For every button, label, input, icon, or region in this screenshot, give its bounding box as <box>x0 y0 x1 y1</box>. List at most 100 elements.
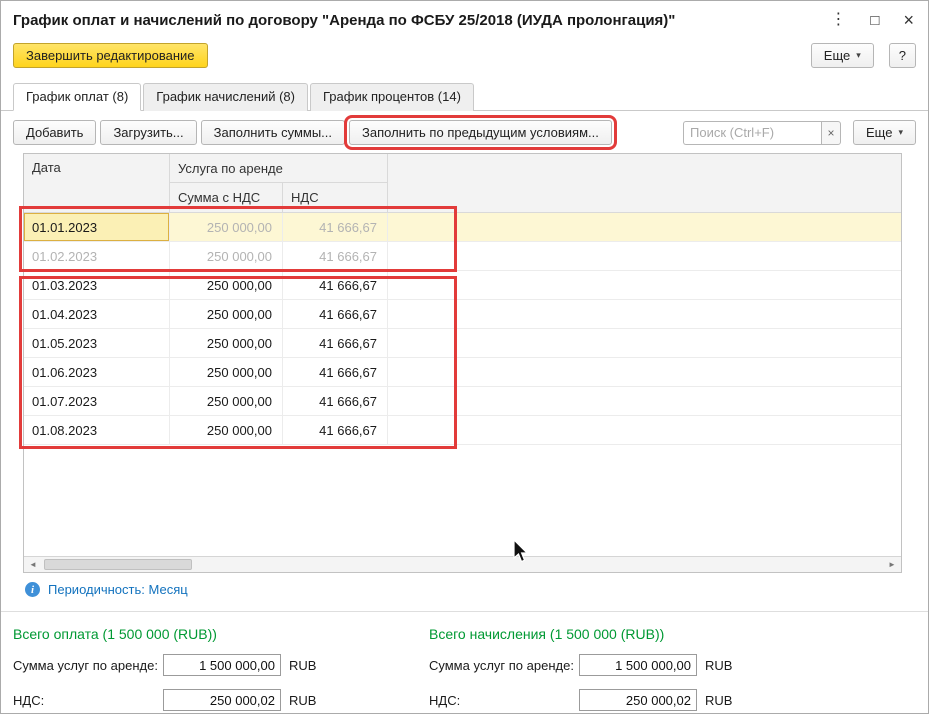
payments-vat-label: НДС: <box>13 693 163 708</box>
cell-vat[interactable]: 41 666,67 <box>283 416 388 444</box>
payments-vat-field[interactable] <box>163 689 281 711</box>
cell-filler <box>388 242 901 270</box>
tab-accrual-schedule[interactable]: График начислений (8) <box>143 83 308 111</box>
horizontal-scrollbar[interactable]: ◄ ► <box>24 556 901 572</box>
cell-vat[interactable]: 41 666,67 <box>283 271 388 299</box>
toolbar-more-button[interactable]: Еще ▾ <box>853 120 916 145</box>
totals-accruals-title: Всего начисления (1 500 000 (RUB)) <box>429 626 928 642</box>
cell-sum-with-vat[interactable]: 250 000,00 <box>170 387 283 415</box>
cell-sum-with-vat[interactable]: 250 000,00 <box>170 329 283 357</box>
cell-date[interactable]: 01.05.2023 <box>24 329 170 357</box>
command-bar: Завершить редактирование Еще ▾ ? <box>1 39 928 76</box>
cell-sum-with-vat[interactable]: 250 000,00 <box>170 416 283 444</box>
clear-search-button[interactable]: × <box>821 121 841 145</box>
cell-filler <box>388 300 901 328</box>
accruals-sum-field[interactable] <box>579 654 697 676</box>
payments-sum-field[interactable] <box>163 654 281 676</box>
tab-payment-schedule[interactable]: График оплат (8) <box>13 83 141 111</box>
cell-sum-with-vat[interactable]: 250 000,00 <box>170 213 283 241</box>
table-row[interactable]: 01.02.2023 250 000,00 41 666,67 <box>24 242 901 271</box>
status-row: i Периодичность: Месяц <box>25 582 188 597</box>
cell-vat[interactable]: 41 666,67 <box>283 242 388 270</box>
cell-vat[interactable]: 41 666,67 <box>283 358 388 386</box>
search-group: × <box>683 121 841 145</box>
table-row[interactable]: 01.03.2023 250 000,00 41 666,67 <box>24 271 901 300</box>
chevron-down-icon: ▾ <box>856 50 861 61</box>
footer-divider <box>1 611 928 612</box>
cell-date[interactable]: 01.07.2023 <box>24 387 170 415</box>
payments-sum-currency: RUB <box>289 658 316 673</box>
cell-date[interactable]: 01.01.2023 <box>24 213 170 241</box>
command-bar-right: Еще ▾ ? <box>811 43 916 68</box>
cell-date[interactable]: 01.06.2023 <box>24 358 170 386</box>
totals-payments-sum-row: Сумма услуг по аренде: RUB <box>13 654 417 676</box>
cell-sum-with-vat[interactable]: 250 000,00 <box>170 358 283 386</box>
cell-sum-with-vat[interactable]: 250 000,00 <box>170 300 283 328</box>
cell-filler <box>388 213 901 241</box>
accruals-vat-label: НДС: <box>429 693 579 708</box>
payments-sum-label: Сумма услуг по аренде: <box>13 658 163 673</box>
totals-accruals: Всего начисления (1 500 000 (RUB)) Сумма… <box>417 619 928 714</box>
cell-filler <box>388 387 901 415</box>
totals-section: Всего оплата (1 500 000 (RUB)) Сумма усл… <box>1 619 928 714</box>
totals-payments-title: Всего оплата (1 500 000 (RUB)) <box>13 626 417 642</box>
table-body: 01.01.2023 250 000,00 41 666,67 01.02.20… <box>24 213 901 556</box>
column-header-vat[interactable]: НДС <box>283 183 388 212</box>
cell-sum-with-vat[interactable]: 250 000,00 <box>170 242 283 270</box>
payments-table: Дата Услуга по аренде Сумма с НДС НДС 01… <box>23 153 902 573</box>
cell-date[interactable]: 01.08.2023 <box>24 416 170 444</box>
scroll-left-icon[interactable]: ◄ <box>24 557 42 573</box>
table-row[interactable]: 01.04.2023 250 000,00 41 666,67 <box>24 300 901 329</box>
scrollbar-thumb[interactable] <box>44 559 192 570</box>
maximize-icon[interactable]: □ <box>870 13 879 28</box>
column-header-date[interactable]: Дата <box>24 154 170 212</box>
table-header: Дата Услуга по аренде Сумма с НДС НДС <box>24 154 901 213</box>
table-row[interactable]: 01.08.2023 250 000,00 41 666,67 <box>24 416 901 445</box>
cell-date[interactable]: 01.03.2023 <box>24 271 170 299</box>
totals-payments: Всего оплата (1 500 000 (RUB)) Сумма усл… <box>1 619 417 714</box>
close-icon[interactable]: × <box>903 11 914 29</box>
accruals-vat-currency: RUB <box>705 693 732 708</box>
column-header-sum-with-vat[interactable]: Сумма с НДС <box>170 183 283 212</box>
table-row[interactable]: 01.05.2023 250 000,00 41 666,67 <box>24 329 901 358</box>
column-header-rental-service[interactable]: Услуга по аренде <box>170 154 388 183</box>
add-button[interactable]: Добавить <box>13 120 96 145</box>
periodicity-text: Периодичность: Месяц <box>48 582 188 597</box>
app-window: График оплат и начислений по договору "А… <box>0 0 929 714</box>
chevron-down-icon: ▾ <box>898 127 903 138</box>
fill-previous-conditions-button[interactable]: Заполнить по предыдущим условиям... <box>349 120 612 145</box>
cell-sum-with-vat[interactable]: 250 000,00 <box>170 271 283 299</box>
window-controls: ⋮ □ × <box>830 11 914 29</box>
cell-date[interactable]: 01.04.2023 <box>24 300 170 328</box>
search-input[interactable] <box>683 121 821 145</box>
cell-vat[interactable]: 41 666,67 <box>283 329 388 357</box>
payments-vat-currency: RUB <box>289 693 316 708</box>
table-toolbar: Добавить Загрузить... Заполнить суммы...… <box>1 111 928 145</box>
table-row[interactable]: 01.06.2023 250 000,00 41 666,67 <box>24 358 901 387</box>
cell-date[interactable]: 01.02.2023 <box>24 242 170 270</box>
cell-filler <box>388 271 901 299</box>
help-button[interactable]: ? <box>889 43 916 68</box>
accruals-sum-label: Сумма услуг по аренде: <box>429 658 579 673</box>
fill-sums-button[interactable]: Заполнить суммы... <box>201 120 345 145</box>
cell-filler <box>388 358 901 386</box>
table-row[interactable]: 01.01.2023 250 000,00 41 666,67 <box>24 213 901 242</box>
cell-filler <box>388 416 901 444</box>
load-button[interactable]: Загрузить... <box>100 120 196 145</box>
cell-vat[interactable]: 41 666,67 <box>283 300 388 328</box>
tab-interest-schedule[interactable]: График процентов (14) <box>310 83 474 111</box>
column-header-filler <box>388 154 901 212</box>
header-more-label: Еще <box>824 48 850 63</box>
finish-editing-button[interactable]: Завершить редактирование <box>13 43 208 68</box>
table-row[interactable]: 01.07.2023 250 000,00 41 666,67 <box>24 387 901 416</box>
header-more-button[interactable]: Еще ▾ <box>811 43 874 68</box>
cell-vat[interactable]: 41 666,67 <box>283 387 388 415</box>
cell-filler <box>388 329 901 357</box>
scroll-right-icon[interactable]: ► <box>883 557 901 573</box>
totals-accruals-sum-row: Сумма услуг по аренде: RUB <box>429 654 928 676</box>
window-more-icon[interactable]: ⋮ <box>830 12 846 28</box>
cell-vat[interactable]: 41 666,67 <box>283 213 388 241</box>
accruals-vat-field[interactable] <box>579 689 697 711</box>
title-bar: График оплат и начислений по договору "А… <box>1 1 928 39</box>
info-icon: i <box>25 582 40 597</box>
